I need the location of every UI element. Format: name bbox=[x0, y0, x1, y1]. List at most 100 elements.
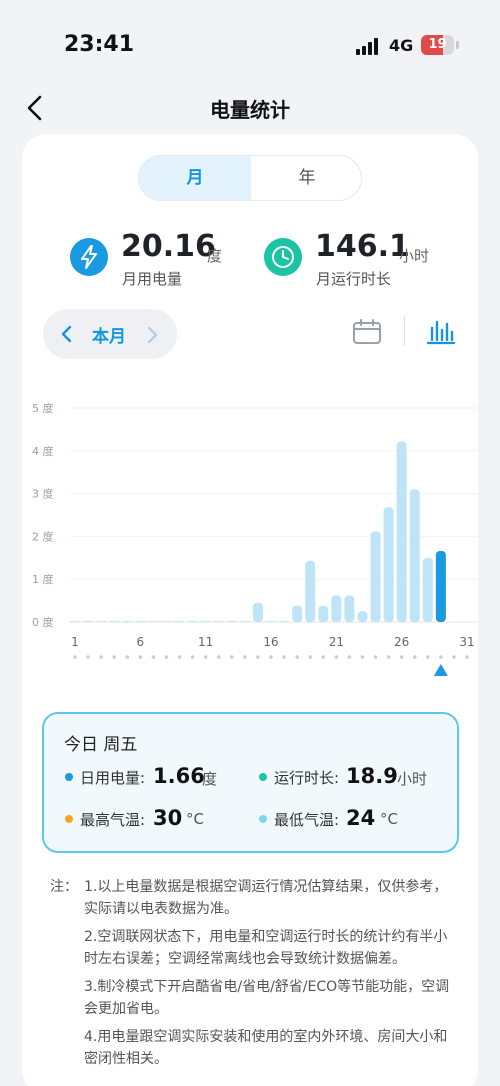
daily-runtime-value: 18.9 bbox=[346, 764, 398, 788]
month-usage-value: 20.16 bbox=[121, 229, 216, 264]
day-dot bbox=[125, 655, 130, 659]
bar bbox=[200, 621, 211, 622]
day-dot bbox=[177, 655, 182, 659]
day-dot bbox=[216, 655, 221, 659]
bar bbox=[409, 489, 420, 622]
day-dot bbox=[99, 655, 103, 659]
day-dot bbox=[203, 655, 208, 659]
y-tick-label: 0 度 bbox=[32, 615, 54, 629]
triangle-up-icon bbox=[433, 664, 448, 676]
bar bbox=[239, 621, 250, 622]
month-runtime-label: 月运行时长 bbox=[316, 270, 392, 288]
note-item: 3.制冷模式下开启酷省电/省电/舒省/ECO等节能功能，空调会更加省电。 bbox=[84, 979, 450, 1017]
day-dot bbox=[230, 655, 234, 659]
day-dot bbox=[112, 655, 116, 659]
day-dot bbox=[256, 655, 260, 659]
usage-dot bbox=[65, 773, 73, 781]
view-divider bbox=[404, 316, 405, 346]
day-dot bbox=[282, 655, 286, 659]
bar bbox=[96, 621, 107, 622]
x-tick-label: 16 bbox=[263, 635, 278, 649]
network-type: 4G bbox=[389, 36, 414, 55]
y-tick-label: 4 度 bbox=[32, 444, 54, 458]
bar bbox=[174, 621, 185, 622]
bar bbox=[148, 621, 159, 622]
day-dot bbox=[151, 655, 156, 659]
bar bbox=[252, 602, 263, 622]
day-dot bbox=[399, 655, 404, 659]
daily-usage-value: 1.66 bbox=[153, 764, 205, 788]
day-dot bbox=[86, 655, 90, 659]
month-usage-label: 月用电量 bbox=[122, 270, 183, 288]
day-dot bbox=[321, 655, 326, 659]
day-dot bbox=[334, 655, 339, 659]
bar bbox=[83, 621, 94, 622]
bar bbox=[305, 560, 316, 622]
x-tick-label: 31 bbox=[459, 635, 474, 649]
bar bbox=[383, 507, 394, 622]
bar-chart-icon[interactable] bbox=[426, 318, 456, 346]
bar bbox=[396, 441, 407, 622]
bar bbox=[279, 621, 290, 622]
bar bbox=[70, 621, 80, 622]
bar bbox=[187, 621, 198, 622]
bar bbox=[344, 595, 355, 622]
bar bbox=[266, 621, 276, 622]
daily-runtime-unit: 小时 bbox=[397, 770, 428, 788]
battery-tip bbox=[456, 41, 459, 49]
month-label: 本月 bbox=[92, 327, 126, 347]
calendar-icon[interactable] bbox=[352, 318, 382, 346]
bar bbox=[226, 621, 237, 622]
x-tick-label: 1 bbox=[71, 635, 79, 649]
day-dot bbox=[295, 655, 299, 659]
day-dot bbox=[138, 655, 143, 659]
y-tick-label: 3 度 bbox=[32, 487, 54, 501]
lightning-icon bbox=[70, 238, 108, 276]
low-temp-label: 最低气温: bbox=[274, 811, 340, 829]
notes-prefix: 注： bbox=[50, 879, 78, 895]
x-tick-label: 6 bbox=[137, 635, 145, 649]
bar bbox=[370, 531, 381, 622]
note-item: 2.空调联网状态下，用电量和空调运行时长的统计约有半小时左右误差；空调经常离线也… bbox=[84, 929, 448, 967]
high-temp-dot bbox=[65, 815, 73, 823]
month-runtime-value: 146.1 bbox=[315, 229, 410, 264]
day-dot bbox=[73, 655, 77, 659]
x-tick-label: 21 bbox=[329, 635, 344, 649]
day-dot bbox=[386, 655, 391, 659]
bar bbox=[292, 605, 303, 622]
day-dot bbox=[308, 655, 313, 659]
y-tick-label: 1 度 bbox=[32, 572, 54, 586]
daily-usage-label: 日用电量: bbox=[80, 769, 146, 787]
low-temp-dot bbox=[259, 815, 267, 823]
low-temp-value: 24 bbox=[346, 806, 376, 830]
tab-year[interactable]: 年 bbox=[251, 156, 361, 200]
day-dot bbox=[347, 655, 352, 659]
high-temp-label: 最高气温: bbox=[80, 811, 146, 829]
y-tick-label: 5 度 bbox=[32, 401, 54, 415]
chevron-right-icon[interactable] bbox=[146, 325, 160, 345]
day-dot bbox=[269, 655, 273, 659]
day-dot bbox=[465, 655, 469, 659]
day-dot bbox=[360, 655, 365, 659]
runtime-dot bbox=[259, 773, 267, 781]
day-dot bbox=[439, 655, 443, 659]
battery-icon: 19 bbox=[421, 35, 454, 55]
daily-runtime-label: 运行时长: bbox=[274, 769, 340, 787]
day-dot bbox=[164, 655, 169, 659]
day-dot bbox=[373, 655, 378, 659]
daily-usage-unit: 度 bbox=[202, 770, 218, 788]
x-tick-label: 11 bbox=[198, 635, 213, 649]
tab-month[interactable]: 月 bbox=[139, 156, 251, 200]
bar bbox=[135, 621, 146, 622]
clock-icon bbox=[264, 238, 302, 276]
bar bbox=[422, 557, 433, 622]
today-title: 今日 周五 bbox=[64, 735, 138, 755]
chevron-left-icon[interactable] bbox=[59, 324, 73, 344]
high-temp-unit: °C bbox=[186, 810, 204, 828]
month-runtime-unit: 小时 bbox=[399, 247, 430, 265]
day-dot bbox=[243, 655, 247, 659]
day-dot bbox=[426, 655, 430, 659]
status-bar: 23:41 4G 19 bbox=[0, 0, 500, 90]
bar-selected bbox=[435, 550, 446, 622]
notes-section: 注： 1.以上电量数据是根据空调运行情况估算结果，仅供参考，实际请以电表数据为准… bbox=[50, 876, 460, 1076]
